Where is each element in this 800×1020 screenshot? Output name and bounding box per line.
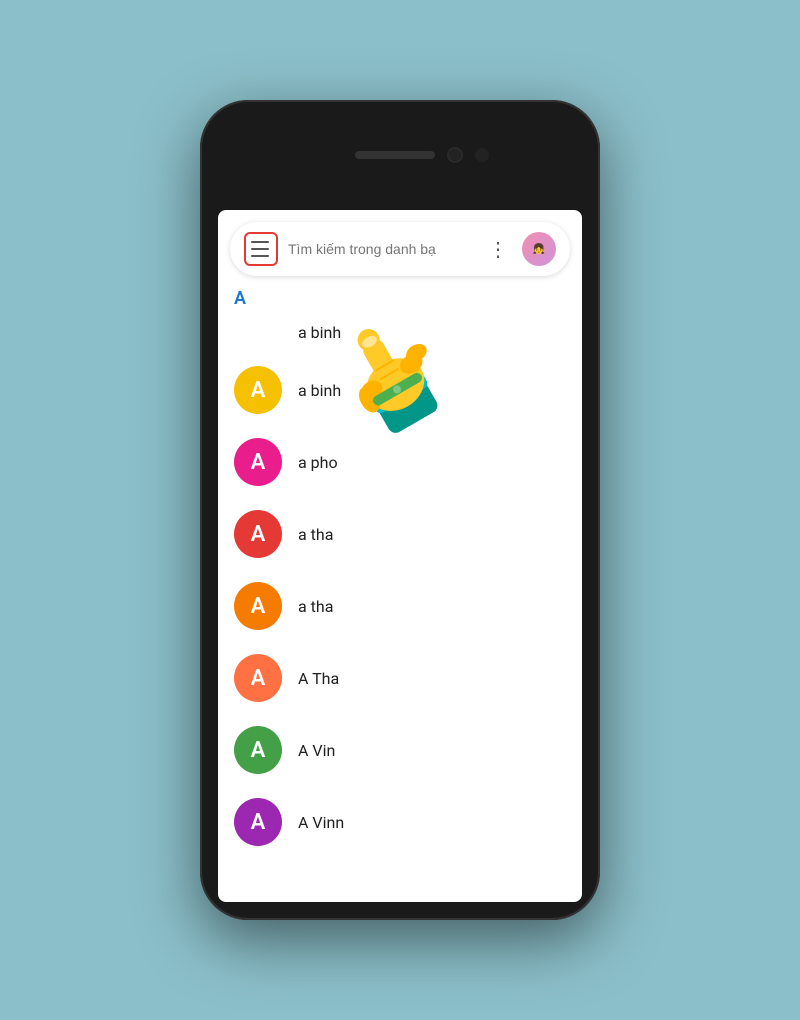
contact-avatar: A [234,654,282,702]
contact-name: A Vin [298,741,335,760]
phone-screen: ⋮ 👧 A a binh Aa binhAa phoAa thaAa thaAA… [218,210,582,902]
user-avatar[interactable]: 👧 [522,232,556,266]
list-item[interactable]: A A Vinn [218,786,582,858]
search-input[interactable] [288,241,474,257]
search-bar: ⋮ 👧 [230,222,570,276]
contact-name: a tha [298,597,333,616]
contact-items-container: Aa binhAa phoAa thaAa thaAA ThaAA VinAA … [218,354,582,858]
contact-name: A Vinn [298,813,344,832]
contact-list: A a binh Aa binhAa phoAa thaAa thaAA Tha… [218,284,582,858]
menu-button[interactable] [244,232,278,266]
sensor-right [475,148,489,162]
contact-avatar: A [234,582,282,630]
avatar-image: 👧 [522,232,556,266]
phone-top-bar [200,100,600,210]
contact-avatar: A [234,438,282,486]
sensor-left [311,150,321,160]
list-item[interactable]: Aa binh [218,354,582,426]
section-header-a: A [218,284,582,311]
menu-line-3 [251,255,269,257]
speaker-grill [355,151,435,159]
list-item[interactable]: A A Tha [218,642,582,714]
contact-avatar: A [234,510,282,558]
menu-line-1 [251,241,269,243]
contact-name: a binh [298,381,341,400]
list-item[interactable]: a binh [218,311,582,354]
contact-avatar: A [234,726,282,774]
more-options-icon[interactable]: ⋮ [484,237,512,261]
list-item[interactable]: Aa tha [218,570,582,642]
phone-frame: ⋮ 👧 A a binh Aa binhAa phoAa thaAa thaAA… [200,100,600,920]
menu-line-2 [251,248,269,250]
list-item[interactable]: Aa tha [218,498,582,570]
contact-name: A Tha [298,669,339,688]
contact-name: a pho [298,453,338,472]
list-item[interactable]: Aa pho [218,426,582,498]
contact-name: a binh [298,323,341,342]
list-item[interactable]: A A Vin [218,714,582,786]
section-letter-a: A [234,288,246,309]
contact-name: a tha [298,525,333,544]
contact-avatar: A [234,798,282,846]
front-camera [447,147,463,163]
sensor-left2 [333,150,343,160]
contact-avatar: A [234,366,282,414]
